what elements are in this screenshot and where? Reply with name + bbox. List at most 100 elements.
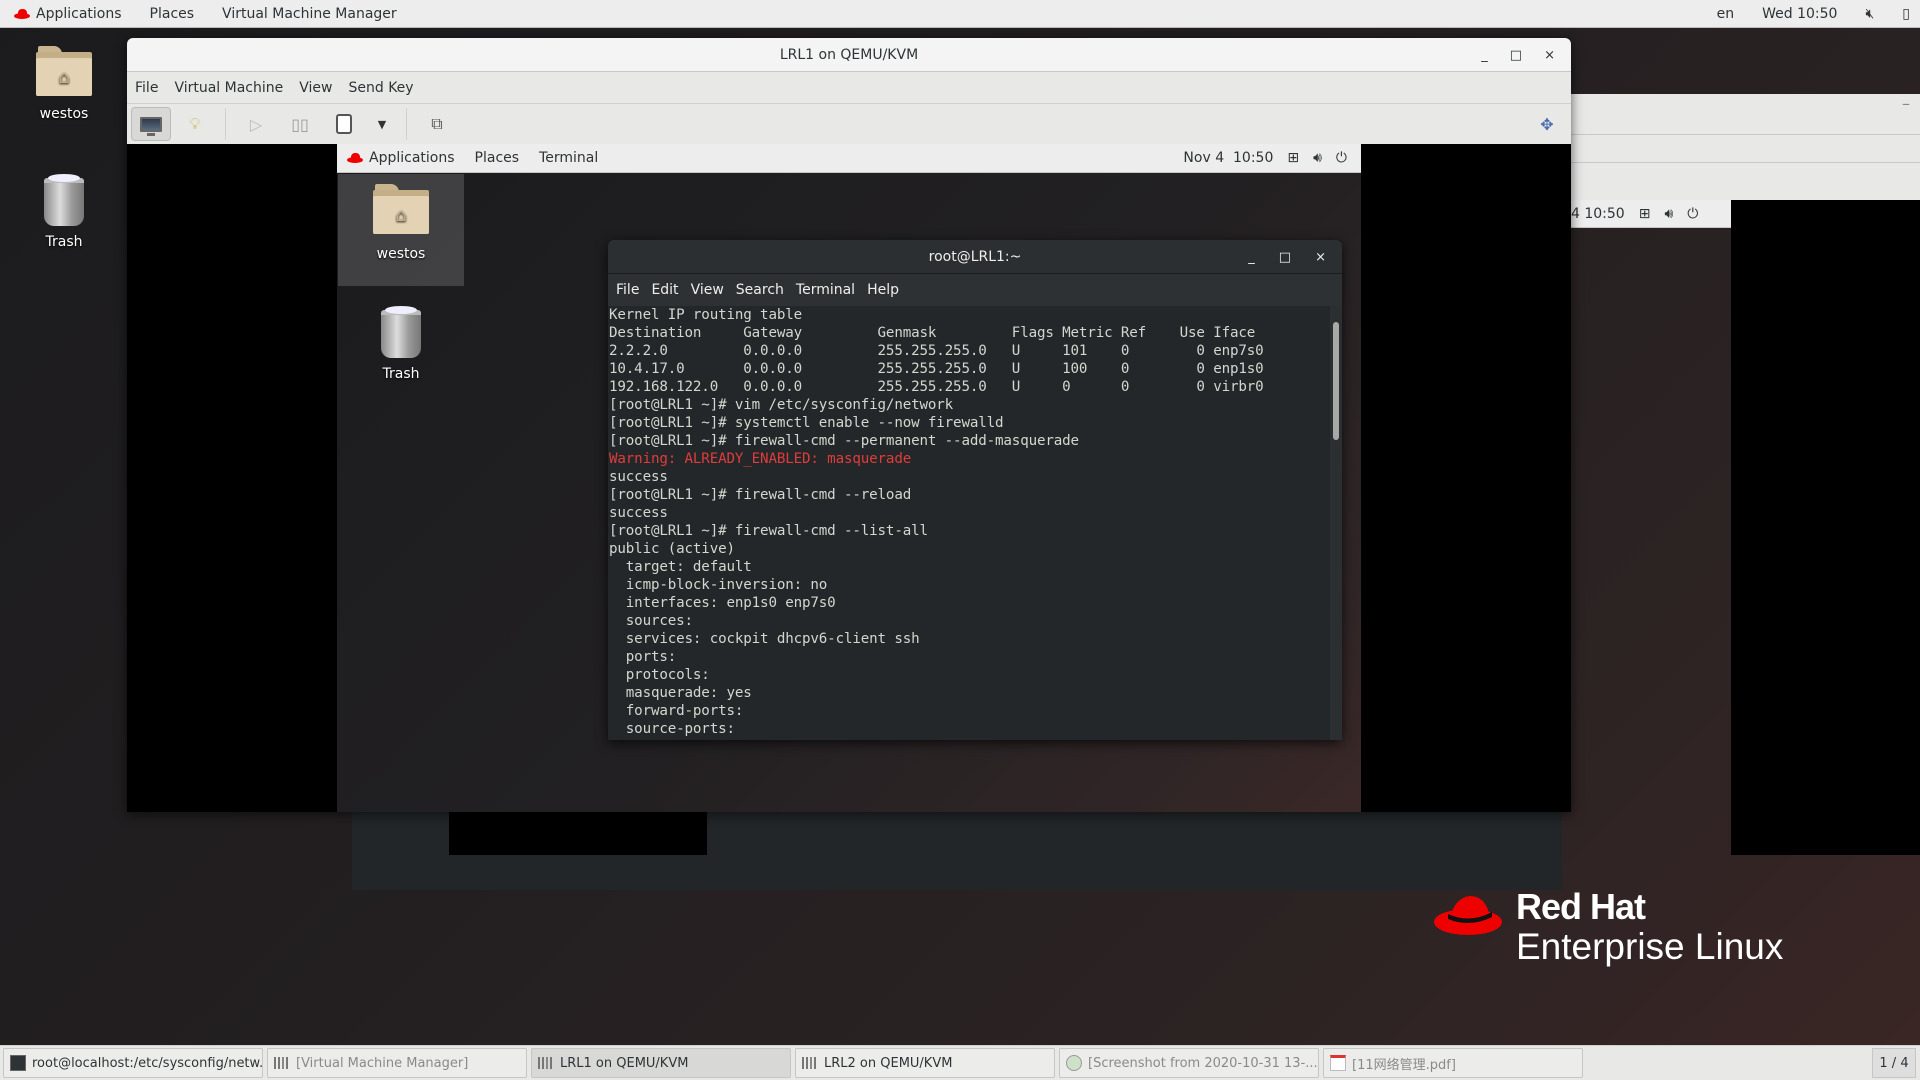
- vm-window-titlebar[interactable]: LRL1 on QEMU/KVM _ □ ×: [127, 38, 1571, 72]
- details-view-button[interactable]: 💡︎: [175, 107, 215, 141]
- desktop-icon-label: Trash: [45, 234, 83, 250]
- terminal-line: 192.168.122.0 0.0.0.0 255.255.255.0 U 0 …: [609, 379, 1264, 395]
- guest-top-bar: Applications Places Terminal Nov 4 10:50…: [337, 144, 1361, 173]
- terminal-menu-edit[interactable]: Edit: [645, 282, 684, 298]
- clock[interactable]: Wed 10:50: [1748, 0, 1851, 28]
- terminal-menu-search[interactable]: Search: [730, 282, 790, 298]
- run-button[interactable]: ▷: [236, 107, 276, 141]
- redhat-logo-icon: [14, 8, 30, 19]
- terminal-line: services: cockpit dhcpv6-client ssh: [609, 631, 920, 647]
- taskbar-item-virt-manager[interactable]: [Virtual Machine Manager]: [267, 1048, 527, 1078]
- fullscreen-button[interactable]: ✥: [1527, 107, 1567, 141]
- terminal-line: [root@LRL1 ~]# firewall-cmd --permanent …: [609, 433, 1079, 449]
- taskbar-item-terminal[interactable]: root@localhost:/etc/sysconfig/netw...: [3, 1048, 263, 1078]
- terminal-line: sources:: [609, 613, 702, 629]
- places-menu[interactable]: Places: [136, 0, 209, 28]
- background-guest-clock: 4 10:50: [1571, 205, 1625, 222]
- guest-display[interactable]: Applications Places Terminal Nov 4 10:50…: [337, 144, 1361, 812]
- power-icon[interactable]: ⏻: [1336, 150, 1347, 166]
- guest-places-menu[interactable]: Places: [465, 150, 530, 166]
- background-vm-display-right: [1731, 200, 1920, 855]
- trash-icon: [381, 306, 421, 358]
- terminal-line: icmp-block-inversion: no: [609, 577, 828, 593]
- toolbar-separator: [406, 108, 407, 140]
- guest-active-app-menu[interactable]: Terminal: [529, 150, 608, 166]
- vm-menubar: File Virtual Machine View Send Key: [127, 72, 1571, 104]
- desktop-icon-trash[interactable]: Trash: [9, 174, 119, 250]
- volume-icon: 🔊︎: [1664, 205, 1674, 222]
- guest-clock[interactable]: Nov 4 10:50: [1183, 150, 1273, 166]
- terminal-minimize-button[interactable]: _: [1248, 250, 1255, 265]
- taskbar-item-lrl1[interactable]: LRL1 on QEMU/KVM: [531, 1048, 791, 1078]
- taskbar-item-label: [Virtual Machine Manager]: [296, 1055, 469, 1071]
- active-app-menu[interactable]: Virtual Machine Manager: [208, 0, 411, 28]
- terminal-menu-view[interactable]: View: [685, 282, 730, 298]
- close-button[interactable]: ×: [1544, 48, 1555, 63]
- terminal-titlebar[interactable]: root@LRL1:~ _ □ ×: [608, 240, 1342, 274]
- taskbar-item-pdf[interactable]: [11网络管理.pdf]: [1323, 1048, 1583, 1078]
- play-icon: ▷: [249, 114, 263, 134]
- battery-icon[interactable]: ▯: [1888, 0, 1920, 28]
- guest-applications-label: Applications: [369, 150, 455, 166]
- guest-applications-menu[interactable]: Applications: [337, 150, 465, 166]
- terminal-line: Destination Gateway Genmask Flags Metric…: [609, 325, 1256, 341]
- vm-window-title: LRL1 on QEMU/KVM: [779, 46, 919, 63]
- snapshots-button[interactable]: ⧉: [417, 107, 457, 141]
- dropdown-arrow-icon: ▼: [377, 117, 387, 131]
- menu-view[interactable]: View: [291, 80, 340, 96]
- minimize-button[interactable]: _: [1481, 48, 1488, 63]
- terminal-warning-line: Warning: ALREADY_ENABLED: masquerade: [609, 451, 912, 467]
- terminal-maximize-button[interactable]: □: [1279, 250, 1291, 265]
- menu-virtual-machine[interactable]: Virtual Machine: [166, 80, 291, 96]
- shutdown-dropdown-button[interactable]: ▼: [368, 107, 396, 141]
- terminal-menu-file[interactable]: File: [610, 282, 645, 298]
- terminal-title: root@LRL1:~: [928, 248, 1022, 265]
- background-window: –: [1571, 94, 1920, 200]
- terminal-menu-terminal[interactable]: Terminal: [790, 282, 861, 298]
- redhat-branding: Red Hat Enterprise Linux: [1434, 886, 1834, 996]
- menu-file[interactable]: File: [127, 80, 166, 96]
- terminal-line: 10.4.17.0 0.0.0.0 255.255.255.0 U 100 0 …: [609, 361, 1264, 377]
- language-indicator[interactable]: en: [1703, 0, 1749, 28]
- desktop-icon-westos[interactable]: ⌂ westos: [9, 46, 119, 122]
- desktop-icon-label: westos: [39, 106, 89, 122]
- vm-console-window: LRL1 on QEMU/KVM _ □ × File Virtual Mach…: [127, 38, 1571, 812]
- pause-button[interactable]: ▯▯: [280, 107, 320, 141]
- workspace-switcher[interactable]: 1 / 4: [1872, 1048, 1916, 1078]
- terminal-output[interactable]: Kernel IP routing table Destination Gatew…: [608, 306, 1330, 740]
- taskbar-item-label: [11网络管理.pdf]: [1352, 1057, 1456, 1073]
- desktop-icon-label: westos: [376, 246, 426, 262]
- terminal-menu-help[interactable]: Help: [861, 282, 905, 298]
- terminal-close-button[interactable]: ×: [1315, 250, 1326, 265]
- terminal-line: [root@LRL1 ~]# firewall-cmd --list-all: [609, 523, 928, 539]
- snapshots-icon: ⧉: [431, 114, 443, 133]
- volume-muted-icon[interactable]: 🔇︎: [1851, 0, 1888, 28]
- taskbar-item-screenshot[interactable]: [Screenshot from 2020-10-31 13-...: [1059, 1048, 1319, 1078]
- console-view-button[interactable]: [131, 107, 171, 141]
- toolbar-separator: [225, 108, 226, 140]
- terminal-icon: [10, 1055, 26, 1071]
- monitor-icon: [140, 116, 162, 136]
- brand-product: Enterprise Linux: [1516, 926, 1784, 967]
- network-icon[interactable]: ⊞: [1287, 150, 1299, 166]
- terminal-line: success: [609, 505, 668, 521]
- terminal-line: [root@LRL1 ~]# firewall-cmd --reload: [609, 487, 912, 503]
- terminal-line: Kernel IP routing table: [609, 307, 803, 323]
- shutdown-button[interactable]: [324, 107, 364, 141]
- redhat-hat-icon: [1434, 896, 1502, 935]
- terminal-line: ports:: [609, 649, 685, 665]
- menu-send-key[interactable]: Send Key: [340, 80, 421, 96]
- terminal-line: success: [609, 469, 668, 485]
- volume-icon[interactable]: 🔊︎: [1313, 150, 1322, 166]
- guest-desktop-icon-westos[interactable]: ⌂ westos: [338, 174, 464, 286]
- terminal-line: [root@LRL1 ~]# vim /etc/sysconfig/networ…: [609, 397, 954, 413]
- taskbar-item-lrl2[interactable]: LRL2 on QEMU/KVM: [795, 1048, 1055, 1078]
- terminal-scrollbar-thumb[interactable]: [1333, 322, 1339, 440]
- terminal-menubar: File Edit View Search Terminal Help: [608, 274, 1342, 306]
- guest-desktop-icon-trash[interactable]: Trash: [346, 306, 456, 382]
- desktop-icon-label: Trash: [382, 366, 420, 382]
- terminal-line: 2.2.2.0 0.0.0.0 255.255.255.0 U 101 0 0 …: [609, 343, 1264, 359]
- applications-menu[interactable]: Applications: [0, 0, 136, 28]
- maximize-button[interactable]: □: [1510, 48, 1522, 63]
- background-minimize-icon[interactable]: –: [1902, 94, 1910, 113]
